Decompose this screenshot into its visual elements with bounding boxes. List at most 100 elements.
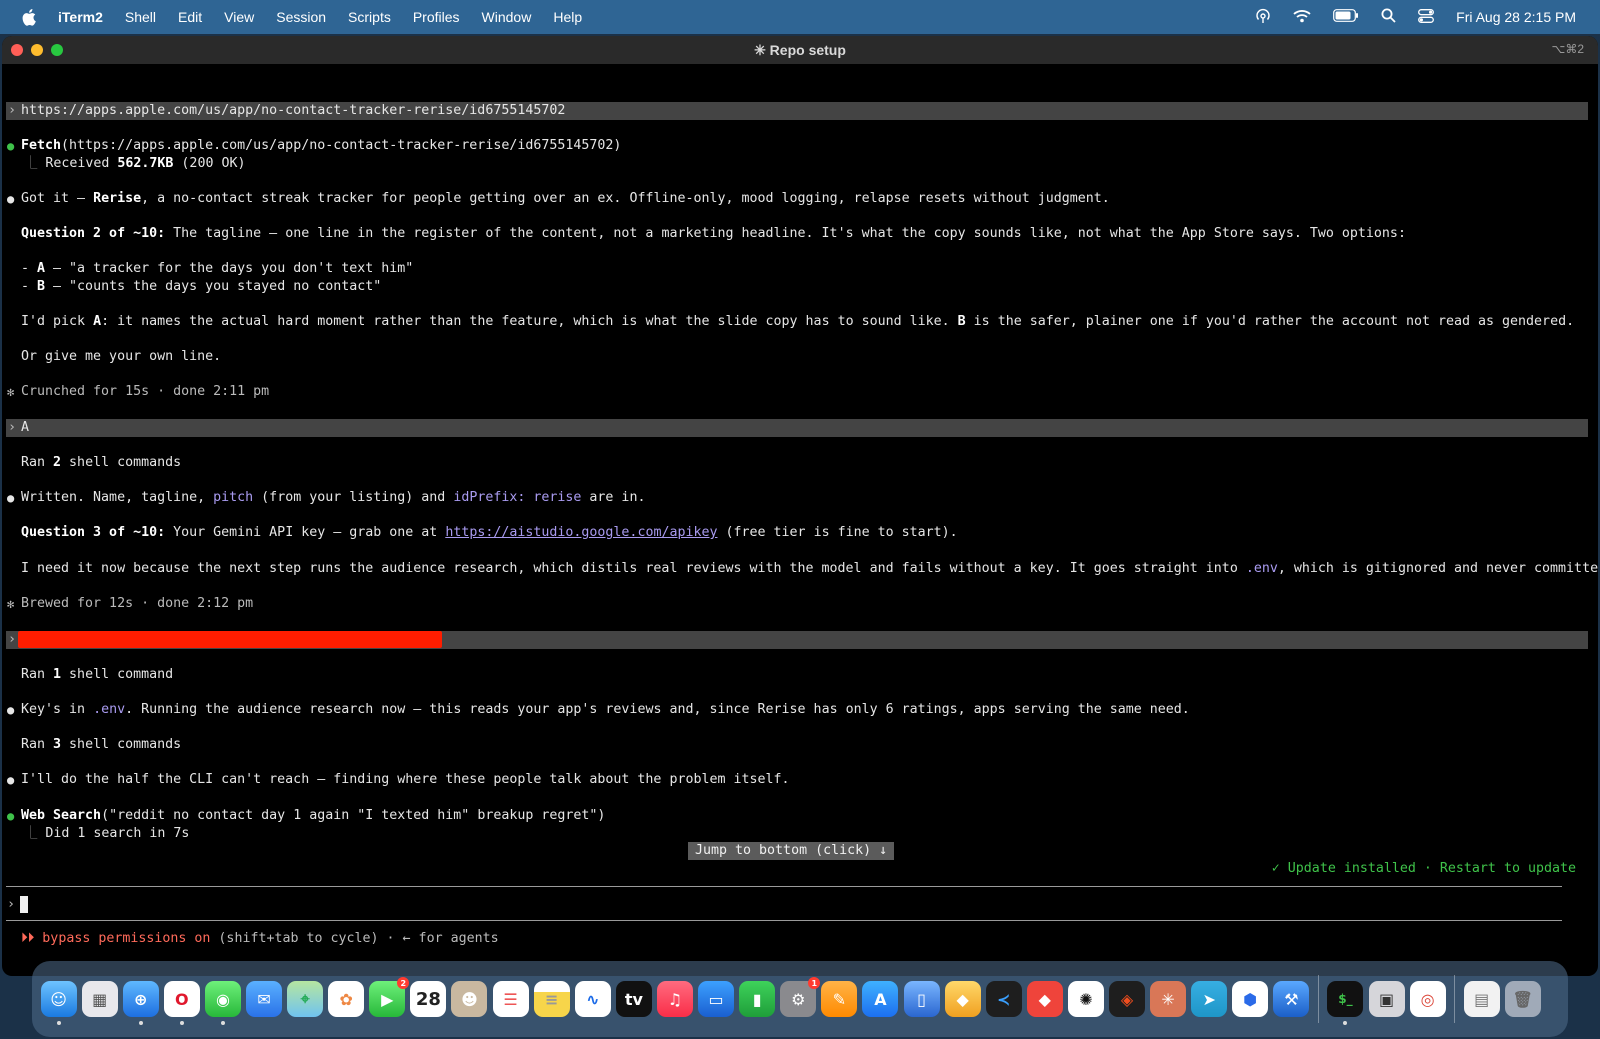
messages-icon[interactable]: ◉ — [204, 981, 241, 1025]
anydesk-icon[interactable]: ◆ — [1026, 981, 1063, 1017]
vscode-icon[interactable]: ≺ — [985, 981, 1022, 1017]
tool-status-dot-icon: ● — [7, 139, 15, 153]
spotlight-search-icon[interactable] — [1381, 8, 1396, 26]
menu-help[interactable]: Help — [553, 9, 582, 25]
calendar-icon[interactable]: 28 — [410, 981, 447, 1017]
facetime-icon[interactable]: ▶ 2 — [369, 977, 410, 1017]
assistant-message-keys: Key's in .env. Running the audience rese… — [21, 702, 1190, 717]
menu-profiles[interactable]: Profiles — [413, 9, 460, 25]
airdrop-icon[interactable] — [1255, 8, 1271, 27]
ran-shell-command[interactable]: Ran 1 shell command — [21, 666, 173, 684]
iterm-window: ✳ Repo setup ⌥⌘2 › https://apps.apple.co… — [2, 36, 1598, 976]
menu-scripts[interactable]: Scripts — [348, 9, 391, 25]
menu-session[interactable]: Session — [276, 9, 326, 25]
preview-icon[interactable]: ▯ — [903, 981, 940, 1017]
launchpad-icon[interactable]: ▦ — [81, 981, 118, 1017]
update-notice[interactable]: ✓ Update installed · Restart to update — [1272, 860, 1576, 878]
apple-menu-icon[interactable] — [20, 7, 40, 27]
input-bottom-divider — [6, 920, 1562, 921]
dock: ☺ ▦ ⊕ O ◉ ✉ ⌖ ✿ ▶ 2 28 ☻ ☰ ≡ ∿ tv ♫ ▭ ▮ ⚙… — [32, 961, 1568, 1037]
ran-shell-commands[interactable]: Ran 2 shell commands — [21, 454, 181, 472]
keynote-icon[interactable]: ▭ — [698, 981, 735, 1017]
trash-icon[interactable]: 🗑 — [1504, 981, 1541, 1017]
dock-separator — [1317, 975, 1319, 1023]
question-2: Question 2 of ~10: The tagline – one lin… — [21, 226, 1406, 241]
downloads-icon[interactable]: ▤ — [1463, 981, 1500, 1017]
numbers-icon[interactable]: ▮ — [739, 981, 776, 1017]
telegram-icon[interactable]: ➤ — [1191, 981, 1228, 1017]
contacts-icon[interactable]: ☻ — [451, 981, 488, 1017]
wifi-icon[interactable] — [1293, 9, 1311, 26]
claude-icon[interactable]: ✳ — [1150, 981, 1187, 1017]
maps-icon[interactable]: ⌖ — [287, 981, 324, 1017]
pages-icon[interactable]: ✎ — [821, 981, 858, 1017]
user-prompt-a: › A — [6, 419, 1588, 437]
music-icon[interactable]: ♫ — [656, 981, 693, 1017]
finder-icon[interactable]: ☺ — [40, 981, 77, 1025]
web-search-result: ⎿ Did 1 search in 7s — [24, 826, 190, 841]
app-store-icon[interactable]: A — [862, 981, 899, 1017]
figma-icon[interactable]: ◈ — [1108, 981, 1145, 1017]
message-dot-icon: ● — [7, 192, 15, 206]
whisky-icon[interactable]: ◆ — [944, 981, 981, 1017]
window-shortcut: ⌥⌘2 — [1551, 42, 1584, 56]
window-title-bar[interactable]: ✳ Repo setup ⌥⌘2 — [2, 36, 1598, 64]
redaction-bar — [18, 631, 442, 648]
menu-window[interactable]: Window — [482, 9, 532, 25]
system-settings-icon[interactable]: ⚙ 1 — [780, 977, 821, 1017]
simulator-icon[interactable]: ▣ — [1368, 981, 1405, 1017]
freeform-icon[interactable]: ∿ — [574, 981, 611, 1017]
ran-shell-commands[interactable]: Ran 3 shell commands — [21, 736, 181, 754]
prompt-chevron-icon: › — [8, 420, 17, 435]
assistant-message-half: I'll do the half the CLI can't reach – f… — [21, 772, 790, 787]
window-title: ✳ Repo setup — [754, 41, 846, 58]
assistant-message-got-it: Got it – Rerise, a no-contact streak tra… — [21, 191, 1110, 206]
own-line-prompt: Or give me your own line. — [21, 349, 222, 364]
chrome-icon[interactable]: ◎ — [1409, 981, 1446, 1017]
asterisk-icon: ✻ — [7, 385, 15, 399]
jump-to-bottom-button[interactable]: Jump to bottom (click) ↓ — [688, 842, 895, 860]
tool-status-dot-icon: ● — [7, 809, 15, 823]
web-search-tool-call: Web Search("reddit no contact day 1 agai… — [21, 808, 606, 823]
question-3: Question 3 of ~10: Your Gemini API key –… — [21, 525, 958, 540]
pick-recommendation: I'd pick A: it names the actual hard mom… — [21, 314, 1575, 329]
menu-app-name[interactable]: iTerm2 — [58, 9, 103, 25]
menu-view[interactable]: View — [224, 9, 254, 25]
control-center-icon[interactable] — [1418, 8, 1435, 26]
photos-icon[interactable]: ✿ — [328, 981, 365, 1017]
safari-icon[interactable]: ⊕ — [122, 981, 159, 1025]
zoom-window-button[interactable] — [51, 44, 63, 56]
asterisk-icon: ✻ — [7, 597, 15, 611]
minimize-window-button[interactable] — [31, 44, 43, 56]
key-explanation: I need it now because the next step runs… — [21, 561, 1598, 576]
xcode-icon[interactable]: ⚒ — [1273, 981, 1310, 1017]
fetch-tool-call: Fetch(https://apps.apple.com/us/app/no-c… — [21, 138, 622, 153]
user-prompt-redacted: › — [6, 631, 1588, 649]
menu-bar: iTerm2 Shell Edit View Session Scripts P… — [0, 0, 1600, 34]
reminders-icon[interactable]: ☰ — [492, 981, 529, 1017]
fetch-tool-result: ⎿ Received 562.7KB (200 OK) — [24, 156, 246, 171]
prompt-chevron-icon: › — [8, 103, 17, 118]
api-key-link[interactable]: https://aistudio.google.com/apikey — [445, 525, 717, 540]
brewed-status: Brewed for 12s · done 2:12 pm — [21, 596, 254, 611]
mail-icon[interactable]: ✉ — [246, 981, 283, 1017]
terminal-output[interactable]: › https://apps.apple.com/us/app/no-conta… — [2, 64, 1598, 976]
iterm-icon[interactable]: $_ — [1327, 981, 1364, 1025]
chatgpt-icon[interactable]: ✺ — [1067, 981, 1104, 1017]
opera-icon[interactable]: O — [163, 981, 200, 1025]
notes-icon[interactable]: ≡ — [533, 981, 570, 1017]
close-window-button[interactable] — [11, 44, 23, 56]
menu-edit[interactable]: Edit — [178, 9, 202, 25]
proton-vpn-icon[interactable]: ⬢ — [1232, 981, 1269, 1017]
dock-separator — [1454, 975, 1456, 1023]
menu-bar-clock[interactable]: Fri Aug 28 2:15 PM — [1456, 9, 1576, 25]
menu-shell[interactable]: Shell — [125, 9, 156, 25]
input-top-divider — [6, 886, 1562, 887]
input-chevron-icon: › — [7, 897, 16, 912]
permissions-status[interactable]: ⏵⏵ bypass permissions on (shift+tab to c… — [21, 930, 499, 948]
text-cursor[interactable] — [20, 896, 28, 913]
user-prompt-url: › https://apps.apple.com/us/app/no-conta… — [6, 102, 1588, 120]
option-b: - B – "counts the days you stayed no con… — [21, 279, 382, 294]
tv-icon[interactable]: tv — [615, 981, 652, 1017]
battery-icon[interactable] — [1333, 9, 1359, 25]
